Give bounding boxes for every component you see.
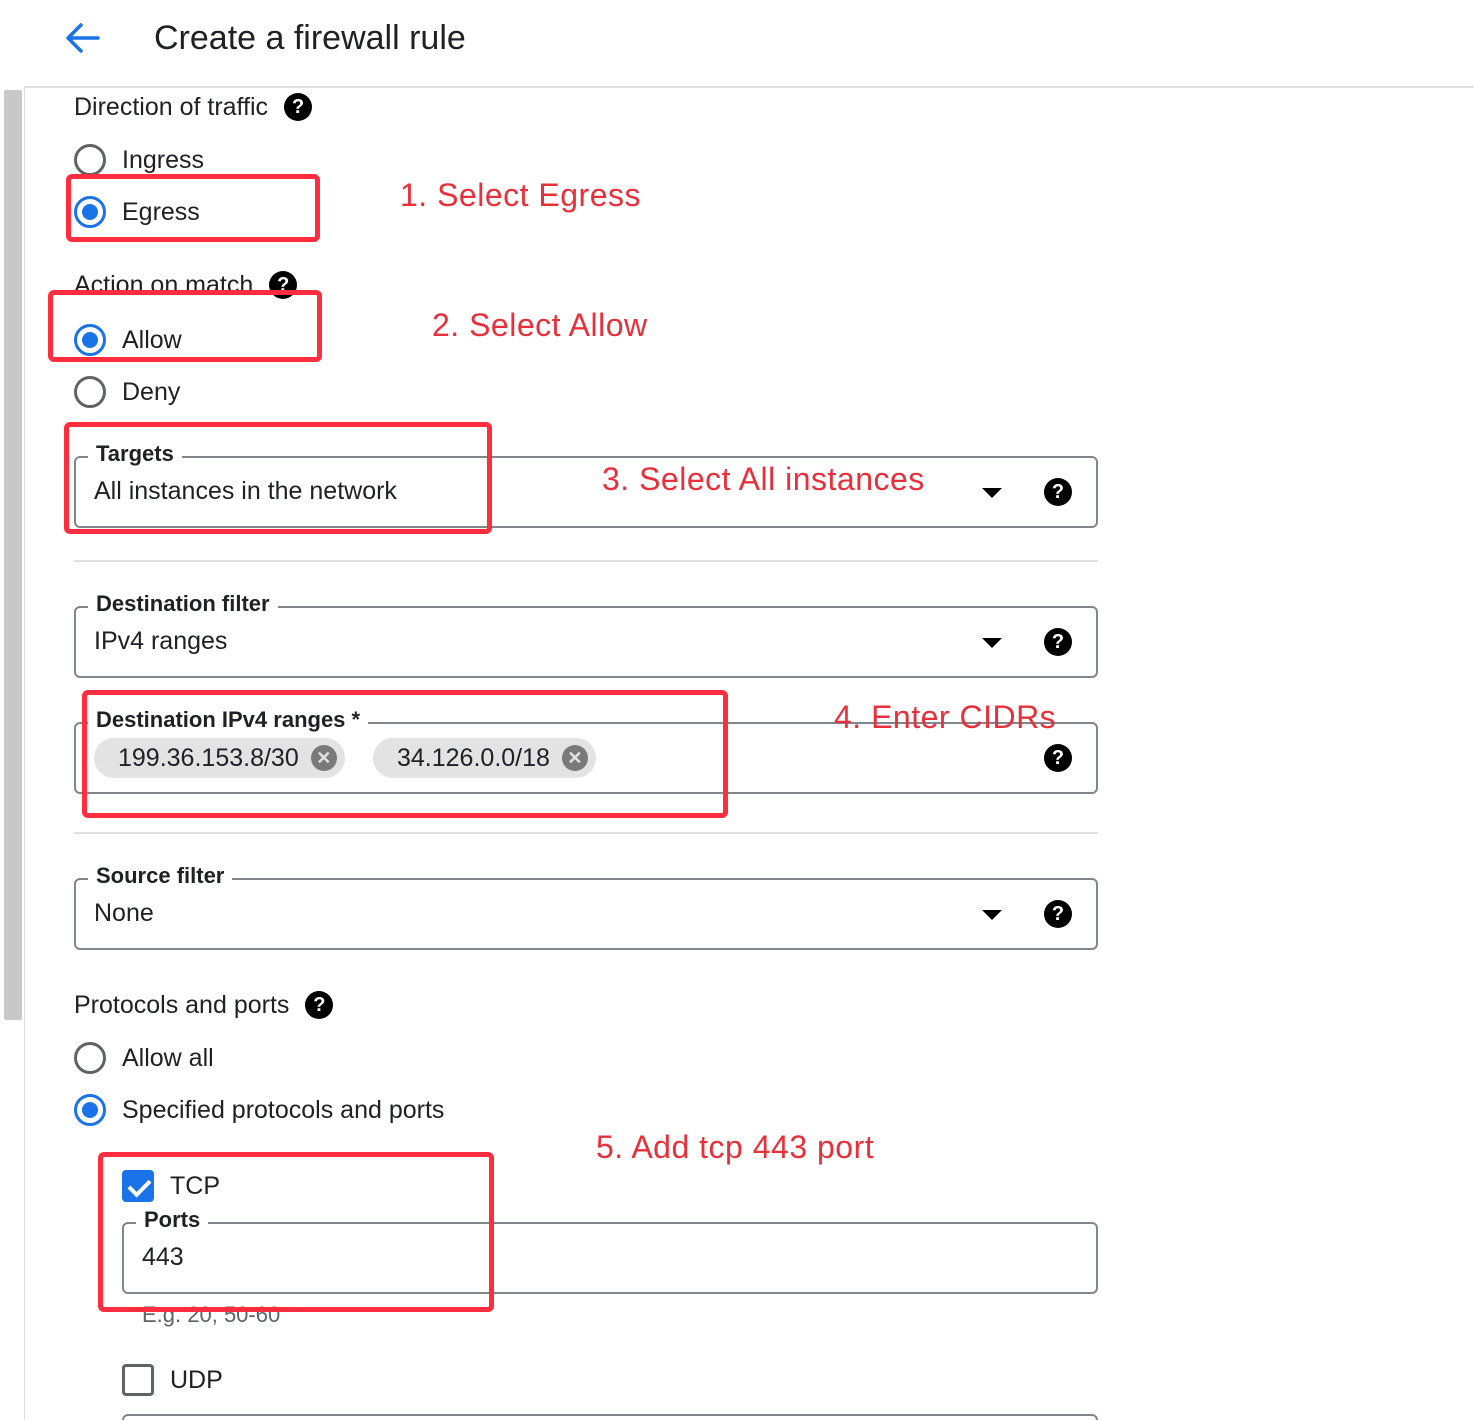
checkbox-icon[interactable] [122,1364,154,1396]
direction-title: Direction of traffic [74,93,269,121]
help-icon[interactable]: ? [1044,900,1072,928]
direction-section-header: Direction of traffic ? [74,92,313,122]
divider [74,832,1098,834]
protocols-title: Protocols and ports [74,991,290,1019]
annotation-step-1: 1. Select Egress [400,177,641,213]
help-icon[interactable]: ? [1044,744,1072,772]
destination-filter-value: IPv4 ranges [94,627,228,655]
radio-button-selected-icon[interactable] [74,1094,106,1126]
radio-deny[interactable]: Deny [74,376,180,408]
annotation-step-5: 5. Add tcp 443 port [596,1129,875,1165]
source-filter-select[interactable]: Source filter None ? [74,862,1098,950]
radio-specified[interactable]: Specified protocols and ports [74,1094,444,1126]
source-filter-label: Source filter [88,862,233,890]
source-filter-value: None [94,899,154,927]
udp-ports-input[interactable] [122,1414,1098,1420]
radio-button-icon[interactable] [74,1042,106,1074]
help-icon[interactable]: ? [1044,628,1072,656]
annotation-box [48,290,322,362]
radio-deny-label: Deny [122,378,181,406]
radio-allow-all[interactable]: Allow all [74,1042,214,1074]
annotation-step-2: 2. Select Allow [432,307,648,343]
help-icon[interactable]: ? [284,93,313,121]
help-icon[interactable]: ? [1044,478,1072,506]
chevron-down-icon[interactable] [982,488,1002,498]
chevron-down-icon[interactable] [982,910,1002,920]
annotation-box [66,174,320,242]
destination-filter-select[interactable]: Destination filter IPv4 ranges ? [74,590,1098,678]
left-divider [24,0,25,1420]
arrow-left-icon[interactable] [60,18,104,58]
annotation-box [98,1152,494,1312]
chevron-down-icon[interactable] [982,638,1002,648]
scrollbar[interactable] [4,90,22,1020]
annotation-step-3: 3. Select All instances [602,461,925,497]
annotation-step-4: 4. Enter CIDRs [834,699,1057,735]
udp-label: UDP [170,1366,223,1394]
help-icon[interactable]: ? [305,991,334,1019]
divider [74,560,1098,562]
annotation-box [82,690,728,818]
radio-specified-label: Specified protocols and ports [122,1096,445,1124]
radio-button-icon[interactable] [74,144,106,176]
radio-button-icon[interactable] [74,376,106,408]
destination-filter-label: Destination filter [88,590,278,618]
page-title: Create a firewall rule [154,19,466,57]
radio-allow-all-label: Allow all [122,1044,214,1072]
radio-ingress[interactable]: Ingress [74,144,204,176]
radio-ingress-label: Ingress [122,146,204,174]
annotation-box [64,422,492,534]
protocols-section-header: Protocols and ports ? [74,990,334,1020]
udp-checkbox-row[interactable]: UDP [122,1364,223,1396]
